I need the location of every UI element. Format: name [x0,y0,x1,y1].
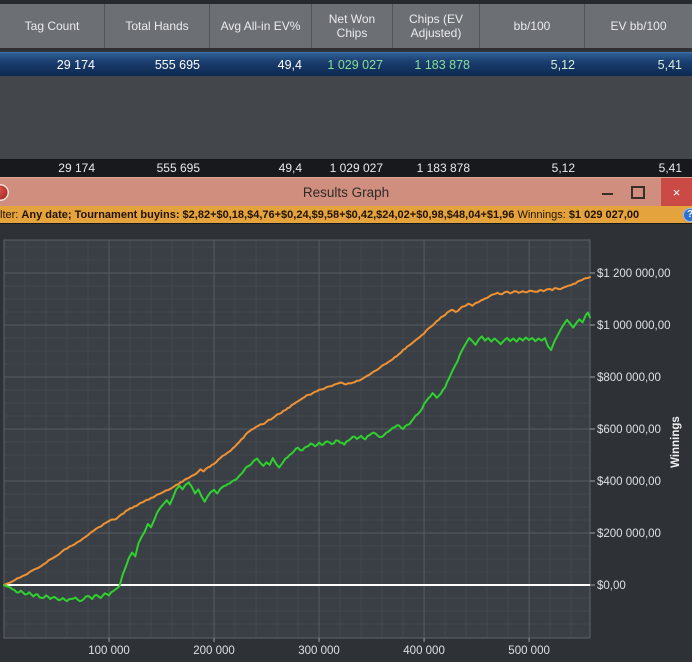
summary-bb-100: 5,12 [551,161,575,175]
cell-avg-allin-ev[interactable]: 49,4 [210,53,312,76]
x-axis-label: 200 000 [193,645,235,657]
maximize-icon [631,186,645,199]
cell-chips-ev-adjusted[interactable]: 1 183 878 [393,53,480,76]
column-header-tag-count[interactable]: Tag Count [0,4,105,48]
y-axis-label: $1 200 000,00 [597,268,671,280]
summary-avg-allin-ev: 49,4 [278,161,302,175]
x-axis-label: 100 000 [88,645,130,657]
results-graph-area: $0,00 $200 000,00 $400 000,00 $600 000,00 $8… [0,224,692,662]
y-axis-label: $1 000 000,00 [597,320,671,332]
winnings-value: $1 029 027,00 [568,209,640,221]
results-window-titlebar[interactable]: Results Graph × [0,177,692,207]
summary-net-won-chips: 1 029 027 [329,161,383,175]
column-header-total-hands[interactable]: Total Hands [105,4,210,48]
table-summary-row: 29 174 555 695 49,4 1 029 027 1 183 878 … [0,159,692,177]
cell-bb-100[interactable]: 5,12 [480,53,585,76]
info-icon[interactable]: ? [683,208,692,222]
close-button[interactable]: × [661,178,692,207]
summary-chips-ev-adjusted: 1 183 878 [416,161,470,175]
y-axis-label: $600 000,00 [597,424,661,436]
cell-total-hands[interactable]: 555 695 [105,53,210,76]
column-header-net-won-chips[interactable]: Net Won Chips [312,4,393,48]
winnings-label: Winnings: [517,209,569,221]
minimize-icon [602,193,613,195]
x-axis-label: 400 000 [403,645,445,657]
y-axis-label: $0,00 [597,580,626,592]
x-axis-label: 500 000 [508,645,550,657]
summary-ev-bb-100: 5,41 [658,161,682,175]
summary-tag-count: 29 174 [58,161,95,175]
filter-criteria: Any date; Tournament buyins: $2,82+$0,18… [21,209,518,221]
cell-ev-bb-100[interactable]: 5,41 [585,53,692,76]
y-axis-title: Winnings [670,416,682,468]
y-axis-label: $800 000,00 [597,372,661,384]
column-header-avg-allin-ev[interactable]: Avg All-in EV% [210,4,312,48]
stats-table-header: Tag Count Total Hands Avg All-in EV% Net… [0,4,692,50]
cell-net-won-chips[interactable]: 1 029 027 [312,53,393,76]
x-axis-label: 300 000 [298,645,340,657]
minimize-button[interactable] [596,178,620,207]
summary-total-hands: 555 695 [156,161,200,175]
window-title: Results Graph [302,185,390,200]
table-row-selected[interactable]: 29 174 555 695 49,4 1 029 027 1 183 878 … [0,52,692,76]
column-header-chips-ev-adjusted[interactable]: Chips (EV Adjusted) [393,4,480,48]
y-axis-label: $400 000,00 [597,476,661,488]
y-axis-label: $200 000,00 [597,528,661,540]
results-chart: $0,00 $200 000,00 $400 000,00 $600 000,00 $8… [0,224,692,662]
table-empty-area [0,76,692,159]
cell-tag-count[interactable]: 29 174 [0,53,105,76]
maximize-button[interactable] [626,178,650,207]
column-header-bb-100[interactable]: bb/100 [480,4,585,48]
close-icon: × [672,185,681,200]
filter-prefix: lter: [0,209,22,221]
column-header-ev-bb-100[interactable]: EV bb/100 [585,4,692,48]
filter-bar[interactable]: lter: Any date; Tournament buyins: $2,82… [0,206,692,224]
